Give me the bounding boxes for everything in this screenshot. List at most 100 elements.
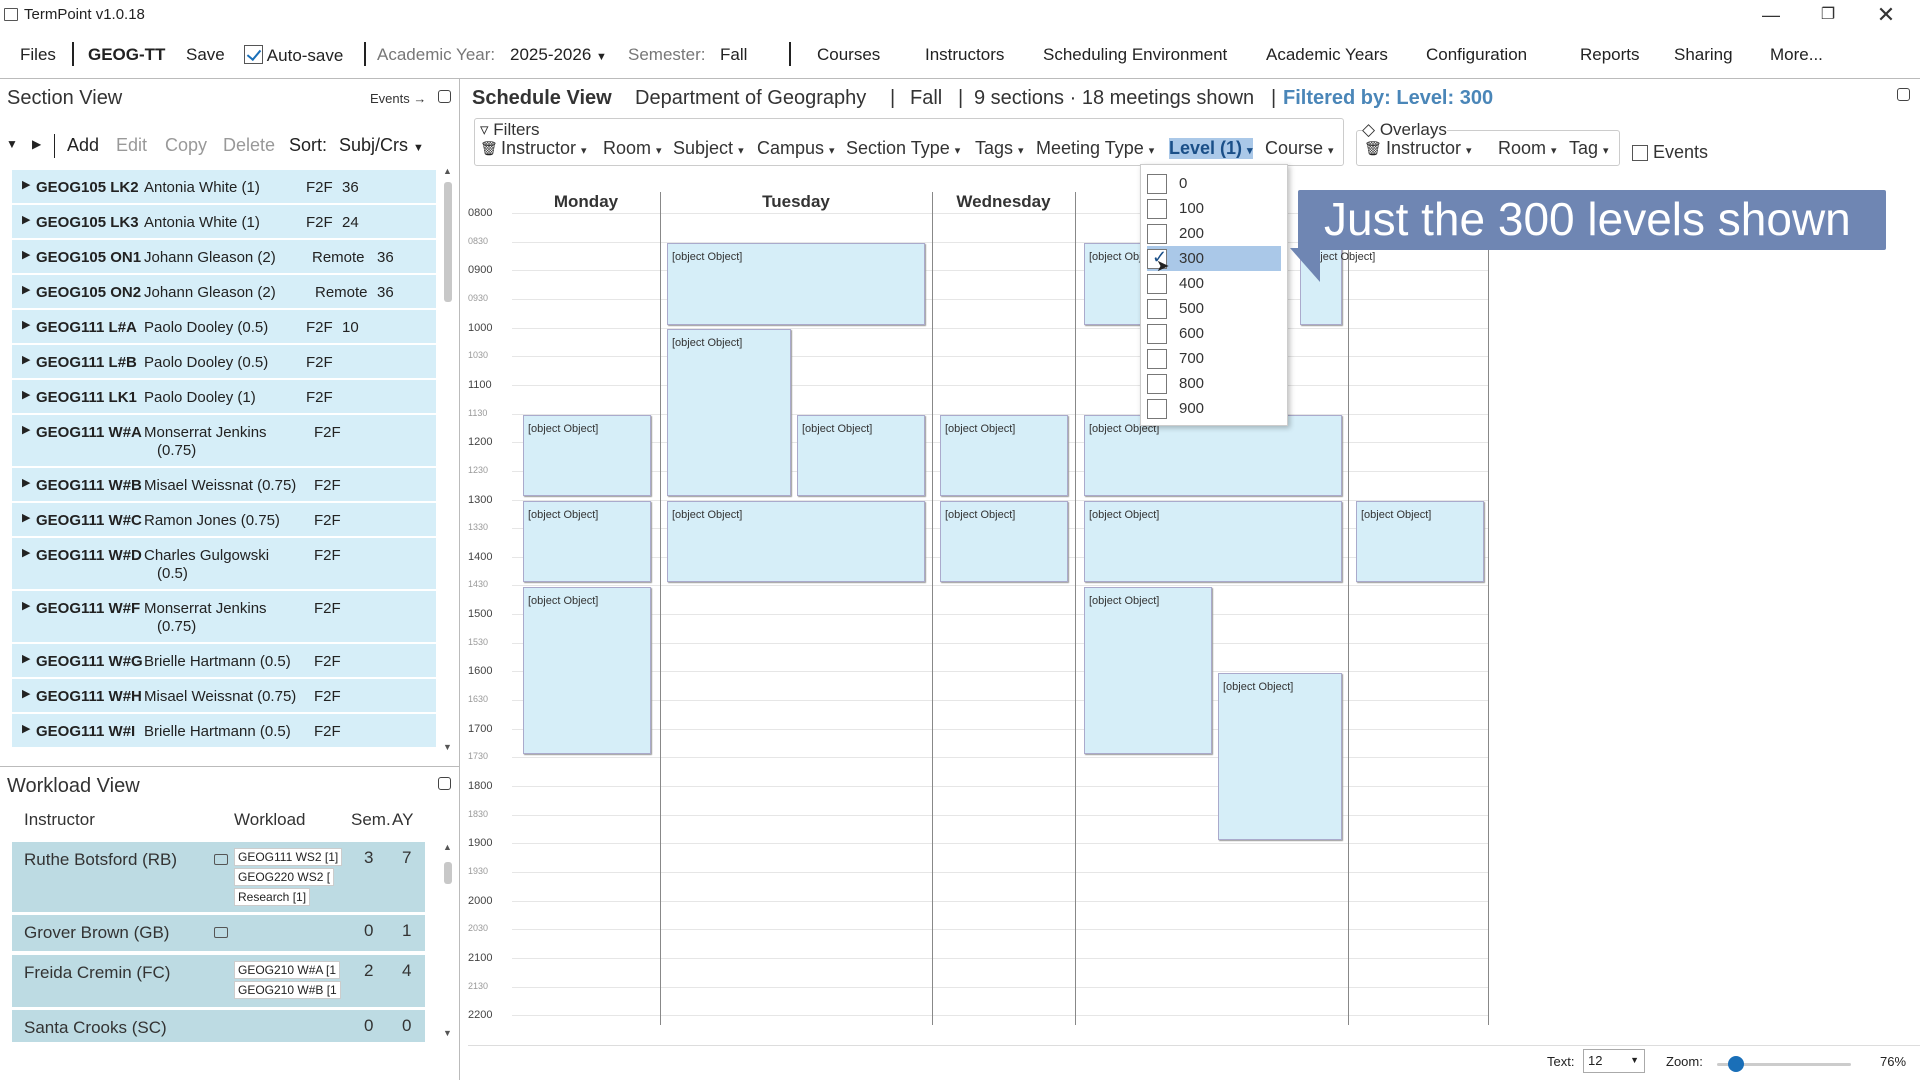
popout-icon[interactable] [438,90,451,103]
level-option[interactable]: 700 [1147,346,1281,371]
filter-meeting-type[interactable]: Meeting Type ▾ [1036,138,1154,159]
workload-row[interactable]: Grover Brown (GB) 0 1 [12,915,425,951]
level-option[interactable]: 900 [1147,396,1281,421]
level-checkbox[interactable] [1147,324,1167,344]
filter-section-type[interactable]: Section Type ▾ [846,138,960,159]
popout-icon[interactable] [1897,88,1910,101]
expand-icon[interactable]: ▶ [22,722,30,735]
level-option[interactable]: 800 [1147,371,1281,396]
edit-button[interactable]: Edit [116,135,147,156]
level-checkbox[interactable] [1147,374,1167,394]
overlay-instructor[interactable]: Instructor ▾ [1386,138,1472,159]
menu-instructors[interactable]: Instructors [925,45,1004,65]
expand-icon[interactable]: ▶ [22,652,30,665]
menu-courses[interactable]: Courses [817,45,880,65]
scroll-down-icon[interactable]: ▼ [443,742,452,752]
autosave-toggle[interactable]: Auto-save [244,45,343,66]
expand-icon[interactable]: ▶ [22,353,30,366]
filter-instructor[interactable]: Instructor ▾ [501,138,587,159]
popout-icon[interactable] [438,777,451,790]
meeting-block[interactable]: [object Object] [1084,501,1342,582]
section-row[interactable]: ▶ GEOG111 LK1 Paolo Dooley (1) F2F [12,380,436,414]
section-row[interactable]: ▶ GEOG111 W#G Brielle Hartmann (0.5) F2F [12,644,436,678]
section-row[interactable]: ▶ GEOG111 W#B Misael Weissnat (0.75) F2F [12,468,436,502]
level-option[interactable]: 600 [1147,321,1281,346]
meeting-block[interactable]: [object Object] [667,243,925,325]
minimize-icon[interactable]: — [1751,2,1791,28]
filter-subject[interactable]: Subject ▾ [673,138,744,159]
workload-chip[interactable]: GEOG210 W#B [1 [234,981,341,999]
autosave-checkbox[interactable] [244,45,263,64]
section-row[interactable]: ▶ GEOG111 L#B Paolo Dooley (0.5) F2F [12,345,436,379]
meeting-block[interactable]: [object Object] [1356,501,1484,582]
save-button[interactable]: Save [186,45,225,65]
filter-course[interactable]: Course ▾ [1265,138,1334,159]
level-checkbox[interactable] [1147,199,1167,219]
expand-icon[interactable]: ▶ [22,248,30,261]
filter-room[interactable]: Room ▾ [603,138,662,159]
meeting-block[interactable]: [object Object] [1084,587,1212,754]
section-row[interactable]: ▶ GEOG105 ON1 Johann Gleason (2) Remote 36 [12,240,436,274]
section-row[interactable]: ▶ GEOG105 ON2 Johann Gleason (2) Remote 36 [12,275,436,309]
scroll-up-icon[interactable]: ▲ [443,842,452,852]
expand-icon[interactable]: ▶ [22,318,30,331]
workload-scrollbar[interactable]: ▲ ▼ [443,842,453,1042]
scroll-up-icon[interactable]: ▲ [443,166,452,176]
meeting-block[interactable]: [object Object] [523,587,651,754]
text-size-select[interactable]: 12 ▼ [1583,1049,1645,1073]
menu-files[interactable]: Files [20,45,56,65]
level-dropdown[interactable]: 0 100 200 ✓ 300 400 500 600 700 800 900 [1140,164,1288,426]
meeting-block[interactable]: [object Object] [1084,243,1159,325]
workload-chip[interactable]: GEOG111 WS2 [1] [234,848,343,866]
workload-row[interactable]: Santa Crooks (SC) 0 0 [12,1010,425,1042]
menu-more[interactable]: More... [1770,45,1823,65]
workload-chip[interactable]: GEOG220 WS2 [ [234,868,335,886]
section-scrollbar[interactable]: ▲ ▼ [443,166,453,752]
meeting-block[interactable]: [object Object] [1218,673,1342,840]
workload-row[interactable]: Ruthe Botsford (RB) GEOG111 WS2 [1] GEOG22… [12,842,425,912]
project-name[interactable]: GEOG-TT [88,45,165,65]
scroll-thumb[interactable] [444,862,452,884]
level-checkbox[interactable] [1147,224,1167,244]
overlay-tag[interactable]: Tag ▾ [1569,138,1609,159]
meeting-block[interactable]: [object Object] [940,415,1068,496]
section-row[interactable]: ▶ GEOG111 W#I Brielle Hartmann (0.5) F2F [12,714,436,748]
level-checkbox[interactable] [1147,274,1167,294]
section-row[interactable]: ▶ GEOG111 W#A Monserrat Jenkins (0.75) F2F [12,415,436,467]
expand-icon[interactable]: ▶ [22,283,30,296]
section-row[interactable]: ▶ GEOG111 W#C Ramon Jones (0.75) F2F [12,503,436,537]
level-checkbox[interactable] [1147,299,1167,319]
events-link[interactable]: Events → [370,91,426,106]
level-checkbox[interactable] [1147,399,1167,419]
meeting-block[interactable]: [object Object] [1084,415,1342,496]
level-option[interactable]: 0 [1147,171,1281,196]
menu-scheduling-environment[interactable]: Scheduling Environment [1043,45,1227,65]
expand-icon[interactable]: ▶ [22,213,30,226]
section-row[interactable]: ▶ GEOG111 W#D Charles Gulgowski (0.5) F2F [12,538,436,590]
semester-select[interactable]: Fall [720,45,747,65]
expand-icon[interactable]: ▶ [22,178,30,191]
menu-configuration[interactable]: Configuration [1426,45,1527,65]
meeting-block[interactable]: [object Object] [523,415,651,496]
restore-icon[interactable]: ❐ [1808,2,1848,28]
section-row[interactable]: ▶ GEOG111 L#A Paolo Dooley (0.5) F2F 10 [12,310,436,344]
menu-reports[interactable]: Reports [1580,45,1640,65]
meeting-block[interactable]: [object Object] [667,501,925,582]
section-row[interactable]: ▶ GEOG111 W#F Monserrat Jenkins (0.75) F2F [12,591,436,643]
add-button[interactable]: Add [67,135,99,156]
section-row[interactable]: ▶ GEOG105 LK3 Antonia White (1) F2F 24 [12,205,436,239]
events-toggle[interactable]: Events [1632,142,1708,163]
expand-icon[interactable]: ▶ [22,511,30,524]
scroll-thumb[interactable] [444,182,452,302]
collapse-all-icon[interactable]: ▼ [6,137,18,151]
expand-icon[interactable]: ▶ [22,599,30,612]
academic-year-select[interactable]: 2025-2026 ▼ [510,45,607,65]
sort-select[interactable]: Subj/Crs ▼ [339,135,424,156]
events-checkbox[interactable] [1632,145,1648,161]
level-option[interactable]: 100 [1147,196,1281,221]
meeting-block[interactable]: [object Object] [940,501,1068,582]
workload-chip[interactable]: GEOG210 W#A [1 [234,961,341,979]
workload-row[interactable]: Freida Cremin (FC) GEOG210 W#A [1 GEOG210 … [12,955,425,1007]
level-option[interactable]: 200 [1147,221,1281,246]
section-row[interactable]: ▶ GEOG111 W#H Misael Weissnat (0.75) F2F [12,679,436,713]
